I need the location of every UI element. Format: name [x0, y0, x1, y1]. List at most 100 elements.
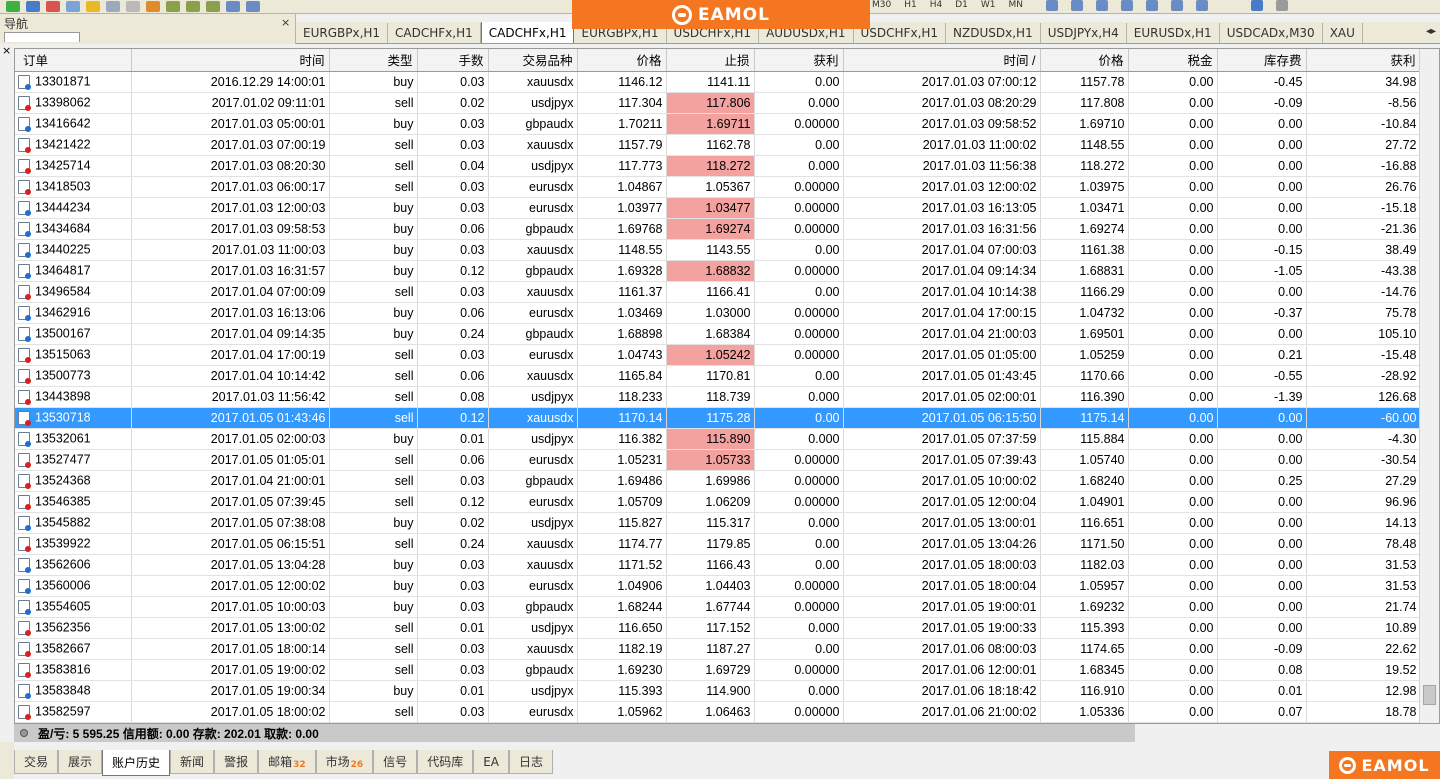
chart-tab[interactable]: CADCHFx,H1 — [388, 23, 481, 43]
vertical-scrollbar[interactable] — [1419, 49, 1439, 723]
table-row[interactable]: 13496584 2017.01.04 07:00:09 sell 0.03 xauus… — [15, 281, 1421, 303]
trendline-icon[interactable] — [1121, 0, 1133, 11]
column-header[interactable]: 价格 — [1040, 49, 1129, 72]
crosshair-icon[interactable] — [1071, 0, 1083, 11]
column-header[interactable]: 类型 — [329, 49, 418, 72]
timeframe-w1[interactable]: W1 — [981, 0, 996, 11]
chart-line-icon[interactable] — [206, 1, 220, 12]
terminal-tab[interactable]: 交易 — [14, 750, 59, 774]
table-row[interactable]: 13434684 2017.01.03 09:58:53 buy 0.06 gbpaud… — [15, 218, 1421, 240]
table-row[interactable]: 13582597 2017.01.05 18:00:02 sell 0.03 eurus… — [15, 701, 1421, 723]
market-watch-icon[interactable] — [46, 1, 60, 12]
column-header[interactable]: 价格 — [577, 49, 667, 72]
timeframe-mn[interactable]: MN — [1009, 0, 1024, 11]
new-chart-icon[interactable] — [126, 1, 140, 12]
table-row[interactable]: 13562606 2017.01.05 13:04:28 buy 0.03 xauusd… — [15, 554, 1421, 576]
favorites-icon[interactable] — [86, 1, 100, 12]
column-header[interactable]: 订单 — [15, 49, 132, 72]
chart-tab[interactable]: EURGBPx,H1 — [296, 23, 389, 43]
terminal-tab[interactable]: 新闻 — [170, 750, 215, 774]
table-row[interactable]: 13425714 2017.01.03 08:20:30 sell 0.04 usdjp… — [15, 155, 1421, 177]
chat-icon[interactable] — [1276, 0, 1288, 11]
table-row[interactable]: 13443898 2017.01.03 11:56:42 sell 0.08 usdjp… — [15, 386, 1421, 408]
table-row[interactable]: 13539922 2017.01.05 06:15:51 sell 0.24 xauus… — [15, 533, 1421, 555]
terminal-tab[interactable]: 展示 — [58, 750, 103, 774]
navigator-close-button[interactable]: × — [281, 16, 290, 29]
arrows-icon[interactable] — [1196, 0, 1208, 11]
panel-close-icon[interactable]: × — [2, 44, 11, 57]
table-row[interactable]: 13532061 2017.01.05 02:00:03 buy 0.01 usdjpy… — [15, 428, 1421, 450]
terminal-tab[interactable]: 账户历史 — [102, 750, 171, 776]
table-row[interactable]: 13416642 2017.01.03 05:00:01 buy 0.03 gbpaud… — [15, 113, 1421, 135]
tab-scroll-icon[interactable]: ◂▸ — [1421, 26, 1436, 37]
zoom-in-icon[interactable] — [226, 1, 240, 12]
horizontal-line-icon[interactable] — [1096, 0, 1108, 11]
column-header[interactable]: 交易品种 — [488, 49, 578, 72]
timeframe-m30[interactable]: M30 — [872, 0, 891, 11]
timeframe-h4[interactable]: H4 — [930, 0, 943, 11]
profiles-icon[interactable] — [26, 1, 40, 12]
column-header[interactable]: 时间 — [131, 49, 330, 72]
auto-trading-icon[interactable] — [146, 1, 160, 12]
terminal-tab[interactable]: EA — [473, 750, 509, 774]
table-row[interactable]: 13560006 2017.01.05 12:00:02 buy 0.03 eurusd… — [15, 575, 1421, 597]
label-tool-icon[interactable] — [1171, 0, 1183, 11]
chart-tab[interactable]: USDCADx,M30 — [1220, 23, 1323, 43]
terminal-tab[interactable]: 日志 — [509, 750, 554, 774]
navigator-icon[interactable] — [66, 1, 80, 12]
table-row[interactable]: 13515063 2017.01.04 17:00:19 sell 0.03 eurus… — [15, 344, 1421, 366]
column-header[interactable]: 获利 — [754, 49, 844, 72]
timeframe-h1[interactable]: H1 — [904, 0, 917, 11]
chart-bar-icon[interactable] — [166, 1, 180, 12]
cell-close-price: 1170.66 — [1040, 365, 1129, 387]
table-row[interactable]: 13562356 2017.01.05 13:00:02 sell 0.01 usdjp… — [15, 617, 1421, 639]
column-header[interactable]: 止损 — [666, 49, 755, 72]
table-row[interactable]: 13545882 2017.01.05 07:38:08 buy 0.02 usdjpy… — [15, 512, 1421, 534]
chart-tab[interactable]: USDJPYx,H4 — [1041, 23, 1127, 43]
column-header[interactable]: 库存费 — [1217, 49, 1307, 72]
table-row[interactable]: 13440225 2017.01.03 11:00:03 buy 0.03 xauusd… — [15, 239, 1421, 261]
terminal-tab[interactable]: 警报 — [214, 750, 259, 774]
column-header[interactable]: 手数 — [417, 49, 489, 72]
timeframe-d1[interactable]: D1 — [955, 0, 968, 11]
table-row[interactable]: 13530718 2017.01.05 01:43:46 sell 0.12 xauus… — [15, 407, 1421, 429]
chart-candle-icon[interactable] — [186, 1, 200, 12]
table-row[interactable]: 13500773 2017.01.04 10:14:42 sell 0.06 xauus… — [15, 365, 1421, 387]
table-row[interactable]: 13583816 2017.01.05 19:00:02 sell 0.03 gbpau… — [15, 659, 1421, 681]
chart-tab[interactable]: XAU — [1323, 23, 1363, 43]
zoom-out-icon[interactable] — [246, 1, 260, 12]
table-row[interactable]: 13527477 2017.01.05 01:05:01 sell 0.06 eurus… — [15, 449, 1421, 471]
chart-tab[interactable]: CADCHFx,H1 — [480, 22, 575, 43]
column-header[interactable]: 获利 — [1306, 49, 1421, 72]
strategy-tester-icon[interactable] — [106, 1, 120, 12]
table-row[interactable]: 13421422 2017.01.03 07:00:19 sell 0.03 xauus… — [15, 134, 1421, 156]
chart-tab[interactable]: NZDUSDx,H1 — [946, 23, 1041, 43]
text-tool-icon[interactable] — [1146, 0, 1158, 11]
table-row[interactable]: 13554605 2017.01.05 10:00:03 buy 0.03 gbpaud… — [15, 596, 1421, 618]
cursor-icon[interactable] — [1046, 0, 1058, 11]
table-row[interactable]: 13462916 2017.01.03 16:13:06 buy 0.06 eurusd… — [15, 302, 1421, 324]
table-row[interactable]: 13418503 2017.01.03 06:00:17 sell 0.03 eurus… — [15, 176, 1421, 198]
table-row[interactable]: 13546385 2017.01.05 07:39:45 sell 0.12 eurus… — [15, 491, 1421, 513]
search-icon[interactable] — [1251, 0, 1263, 11]
table-row[interactable]: 13301871 2016.12.29 14:00:01 buy 0.03 xauusd… — [15, 71, 1421, 93]
table-row[interactable]: 13583848 2017.01.05 19:00:34 buy 0.01 usdjpy… — [15, 680, 1421, 702]
table-row[interactable]: 13500167 2017.01.04 09:14:35 buy 0.24 gbpaud… — [15, 323, 1421, 345]
new-order-icon[interactable] — [6, 1, 20, 12]
terminal-tab[interactable]: 信号 — [373, 750, 418, 774]
table-row[interactable]: 13398062 2017.01.02 09:11:01 sell 0.02 usdjp… — [15, 92, 1421, 114]
table-row[interactable]: 13444234 2017.01.03 12:00:03 buy 0.03 eurusd… — [15, 197, 1421, 219]
chart-tab[interactable]: EURUSDx,H1 — [1127, 23, 1220, 43]
terminal-tab[interactable]: 市场 26 — [315, 750, 374, 774]
terminal-tab[interactable]: 邮箱 32 — [258, 750, 316, 774]
column-header[interactable]: 时间 / — [843, 49, 1041, 72]
table-row[interactable]: 13464817 2017.01.03 16:31:57 buy 0.12 gbpaud… — [15, 260, 1421, 282]
scrollbar-thumb[interactable] — [1423, 685, 1436, 705]
column-header[interactable]: 税金 — [1128, 49, 1218, 72]
table-row[interactable]: 13582667 2017.01.05 18:00:14 sell 0.03 xauus… — [15, 638, 1421, 660]
terminal-tab[interactable]: 代码库 — [417, 750, 474, 774]
cell-type: sell — [329, 638, 418, 660]
table-row[interactable]: 13524368 2017.01.04 21:00:01 sell 0.03 gbpau… — [15, 470, 1421, 492]
cell-type: sell — [329, 491, 418, 513]
navigator-subtab[interactable] — [4, 32, 80, 42]
